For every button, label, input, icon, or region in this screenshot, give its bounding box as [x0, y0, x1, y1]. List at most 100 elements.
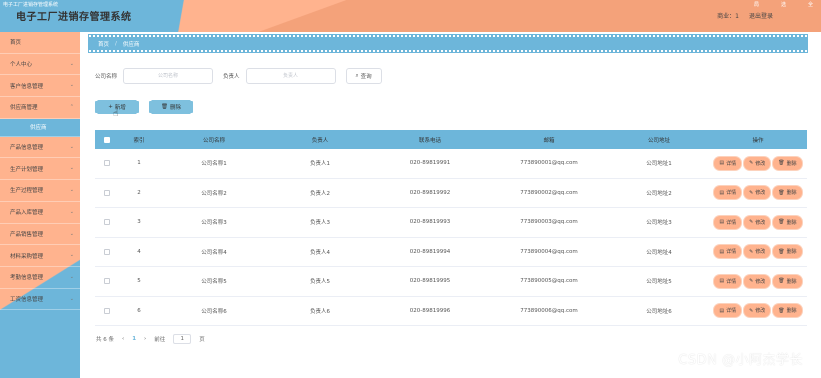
prev-page-button[interactable]: ‹: [122, 336, 124, 342]
page-number[interactable]: 1: [132, 336, 136, 342]
detail-button[interactable]: ▤ 详情: [714, 274, 742, 288]
op-button-label: 删除: [786, 249, 797, 256]
table-row: 3 公司名称3 负责人3 020-89819993 773890003@qq.com 公司…: [95, 208, 807, 238]
table-cell: 公司名称6: [201, 308, 227, 315]
op-button-label: 修改: [755, 249, 766, 256]
detail-button[interactable]: ▤ 详情: [714, 304, 742, 318]
delete-row-button[interactable]: 🗑 删除: [773, 304, 802, 318]
edit-button[interactable]: ✎ 修改: [744, 215, 771, 229]
window-caption: 电子工厂进销存管理系统: [3, 2, 59, 8]
table-cell: 公司地址1: [646, 161, 672, 168]
trash-icon: 🗑: [778, 160, 785, 167]
row-checkbox[interactable]: [104, 248, 110, 255]
header-links: 商业：1 退出登录: [717, 11, 773, 20]
watermark: CSDN @小阿杰学长: [678, 353, 803, 368]
edit-button[interactable]: ✎ 修改: [744, 156, 771, 170]
file-icon: ▤: [719, 160, 725, 167]
table-cell: 773890006@qq.com: [520, 307, 578, 314]
sidebar-item-salary[interactable]: 工资信息管理 ⌄: [0, 289, 80, 311]
sidebar-subitem-supplier[interactable]: 供应商: [0, 118, 80, 137]
delete-button[interactable]: 🗑 删除: [151, 100, 191, 114]
top-header: 电子工厂进销存管理系统 局 选 全 电子工厂进销存管理系统 商业：1 退出登录: [0, 0, 821, 32]
sidebar-item-production-plan[interactable]: 生产计划管理 ⌄: [0, 158, 80, 181]
toolbar: + 新增 🗑 删除: [97, 100, 191, 114]
detail-button[interactable]: ▤ 详情: [714, 186, 742, 200]
detail-button[interactable]: ▤ 详情: [714, 245, 742, 259]
op-button-label: 详情: [726, 219, 737, 226]
op-button-label: 删除: [786, 190, 797, 197]
edit-button[interactable]: ✎ 修改: [744, 245, 771, 259]
op-button-label: 详情: [726, 278, 737, 285]
select-all-checkbox[interactable]: [104, 136, 110, 143]
sidebar-item-profile[interactable]: 个人中心 ⌄: [0, 54, 80, 76]
edit-button[interactable]: ✎ 修改: [744, 304, 771, 318]
table-cell: 3: [137, 219, 141, 226]
detail-button[interactable]: ▤ 详情: [714, 156, 742, 170]
sidebar-item-sales[interactable]: 产品销售管理 ⌄: [0, 224, 80, 246]
goto-page-input[interactable]: 1: [173, 334, 192, 344]
row-checkbox[interactable]: [104, 160, 110, 167]
row-checkbox[interactable]: [104, 189, 110, 196]
sidebar-item-products[interactable]: 产品信息管理 ⌄: [0, 137, 80, 159]
table-cell: 负责人6: [310, 308, 330, 315]
query-button[interactable]: ⌕ 查询: [345, 68, 382, 84]
person-label: 负责人: [223, 74, 240, 80]
search-bar: 公司名称 公司名称 负责人 负责人 ⌕ 查询: [95, 68, 382, 84]
sidebar-item-suppliers[interactable]: 供应商管理 ⌃: [0, 97, 80, 119]
breadcrumb-home[interactable]: 首页: [98, 40, 109, 48]
column-header: 公司名称: [202, 137, 225, 144]
sidebar-item-customers[interactable]: 客户信息管理 ⌄: [0, 75, 80, 98]
op-button-label: 修改: [755, 190, 766, 197]
chevron-down-icon: ⌄: [69, 208, 74, 215]
sidebar-item-label: 生产计划管理: [10, 166, 44, 173]
window-menu-item[interactable]: 选: [781, 1, 786, 8]
op-button-label: 修改: [755, 278, 766, 285]
row-checkbox[interactable]: [104, 219, 110, 226]
edit-icon: ✎: [749, 189, 754, 196]
logout-link[interactable]: 退出登录: [749, 11, 773, 20]
chevron-up-icon: ⌃: [69, 104, 74, 111]
window-menu-item[interactable]: 全: [808, 1, 813, 8]
sidebar-item-label: 产品信息管理: [10, 145, 44, 152]
chevron-down-icon: ⌄: [69, 143, 74, 150]
sidebar-item-label: 供应商: [30, 125, 47, 132]
window-menu-item[interactable]: 局: [754, 1, 759, 8]
supplier-table: 索引 公司名称 负责人 联系电话 邮箱 公司地址 操作 1 公司名称1 负责人1 02…: [95, 130, 807, 326]
table-cell: 1: [137, 160, 141, 167]
person-input[interactable]: 负责人: [245, 68, 336, 84]
table-cell: 5: [137, 278, 141, 285]
next-page-button[interactable]: ›: [144, 336, 146, 342]
table-cell: 773890001@qq.com: [520, 160, 578, 167]
delete-row-button[interactable]: 🗑 删除: [773, 215, 802, 229]
sidebar-item-home[interactable]: 首页: [0, 32, 80, 54]
table-row: 5 公司名称5 负责人5 020-89819995 773890005@qq.com 公司…: [95, 267, 807, 297]
delete-row-button[interactable]: 🗑 删除: [773, 245, 802, 259]
chevron-down-icon: ⌄: [69, 273, 74, 280]
file-icon: ▤: [719, 189, 725, 196]
breadcrumb-separator: /: [115, 40, 117, 47]
delete-row-button[interactable]: 🗑 删除: [773, 156, 802, 170]
table-cell: 公司名称1: [201, 161, 227, 168]
op-button-label: 详情: [726, 190, 737, 197]
sidebar-item-purchasing[interactable]: 材料采购管理 ⌄: [0, 245, 80, 267]
detail-button[interactable]: ▤ 详情: [714, 215, 742, 229]
sidebar-item-attendance[interactable]: 考勤信息管理 ⌄: [0, 267, 80, 289]
sidebar-item-production-process[interactable]: 生产过程管理 ⌄: [0, 180, 80, 202]
op-button-label: 删除: [786, 219, 797, 226]
table-cell: 773890002@qq.com: [520, 189, 578, 196]
table-row: 1 公司名称1 负责人1 020-89819991 773890001@qq.com 公司…: [95, 149, 807, 179]
delete-row-button[interactable]: 🗑 删除: [773, 274, 802, 288]
row-checkbox[interactable]: [104, 307, 110, 314]
trash-icon: 🗑: [778, 248, 785, 255]
row-checkbox[interactable]: [104, 278, 110, 285]
edit-button[interactable]: ✎ 修改: [744, 186, 771, 200]
table-cell: 公司地址6: [646, 308, 672, 315]
table-cell: 公司名称4: [201, 249, 227, 256]
delete-row-button[interactable]: 🗑 删除: [773, 186, 802, 200]
edit-button[interactable]: ✎ 修改: [744, 274, 771, 288]
company-name-input[interactable]: 公司名称: [123, 68, 214, 84]
trash-icon: 🗑: [778, 219, 785, 226]
sidebar-item-inbound[interactable]: 产品入库管理 ⌄: [0, 202, 80, 224]
trash-icon: 🗑: [778, 307, 785, 314]
table-row: 4 公司名称4 负责人4 020-89819994 773890004@qq.com 公司…: [95, 238, 807, 267]
